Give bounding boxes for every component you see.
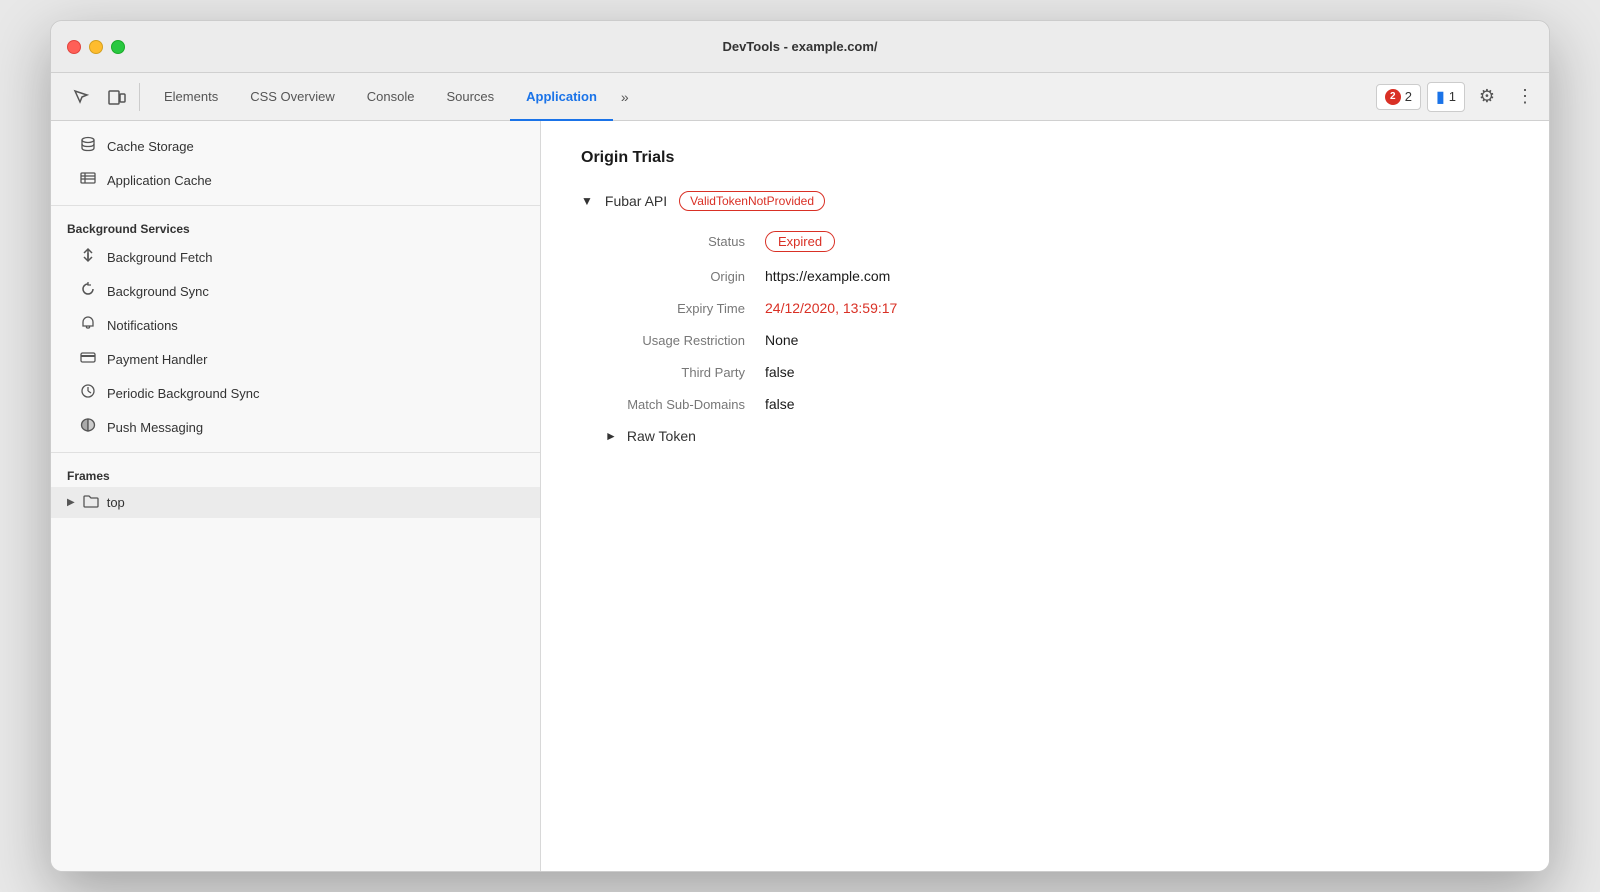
- push-messaging-label: Push Messaging: [107, 420, 203, 435]
- toolbar-icons: [59, 83, 140, 111]
- detail-row-third-party: Third Party false: [581, 364, 1509, 380]
- tab-application[interactable]: Application: [510, 73, 613, 121]
- sidebar: Cache Storage Application Cache: [51, 121, 541, 871]
- sidebar-item-top-frame[interactable]: ▶ top: [51, 487, 540, 518]
- detail-row-expiry: Expiry Time 24/12/2020, 13:59:17: [581, 300, 1509, 316]
- background-sync-icon: [79, 281, 97, 301]
- frame-folder-icon: [83, 494, 99, 511]
- frames-header: Frames: [51, 461, 540, 487]
- status-label: Status: [605, 234, 765, 249]
- raw-token-label: Raw Token: [627, 428, 696, 444]
- payment-handler-icon: [79, 349, 97, 369]
- sidebar-item-payment-handler[interactable]: Payment Handler: [51, 342, 540, 376]
- maximize-button[interactable]: [111, 40, 125, 54]
- frame-top-label: top: [107, 495, 125, 510]
- close-button[interactable]: [67, 40, 81, 54]
- content-area: Origin Trials ▼ Fubar API ValidTokenNotP…: [541, 121, 1549, 871]
- origin-label: Origin: [605, 269, 765, 284]
- cache-storage-icon: [79, 136, 97, 156]
- sidebar-item-application-cache[interactable]: Application Cache: [51, 163, 540, 197]
- application-cache-label: Application Cache: [107, 173, 212, 188]
- push-messaging-icon: [79, 417, 97, 437]
- api-name: Fubar API: [605, 193, 667, 209]
- window-title: DevTools - example.com/: [722, 39, 877, 54]
- sidebar-item-cache-storage[interactable]: Cache Storage: [51, 129, 540, 163]
- settings-icon[interactable]: ⚙: [1471, 81, 1503, 113]
- tab-css-overview[interactable]: CSS Overview: [234, 73, 351, 121]
- info-icon: ▮: [1436, 87, 1445, 107]
- payment-handler-label: Payment Handler: [107, 352, 207, 367]
- raw-token-row: ► Raw Token: [581, 428, 1509, 444]
- status-value: Expired: [765, 231, 835, 252]
- background-fetch-icon: [79, 247, 97, 267]
- origin-value: https://example.com: [765, 268, 890, 284]
- background-services-header: Background Services: [51, 214, 540, 240]
- frame-expand-icon: ▶: [67, 497, 75, 508]
- periodic-background-sync-icon: [79, 383, 97, 403]
- more-options-icon[interactable]: ⋮: [1509, 81, 1541, 113]
- api-section: ▼ Fubar API ValidTokenNotProvided Status…: [581, 191, 1509, 444]
- sidebar-item-periodic-background-sync[interactable]: Periodic Background Sync: [51, 376, 540, 410]
- detail-row-usage: Usage Restriction None: [581, 332, 1509, 348]
- tab-console[interactable]: Console: [351, 73, 431, 121]
- cache-storage-label: Cache Storage: [107, 139, 194, 154]
- tab-sources[interactable]: Sources: [430, 73, 510, 121]
- match-sub-label: Match Sub-Domains: [605, 397, 765, 412]
- main-area: Cache Storage Application Cache: [51, 121, 1549, 871]
- error-count: 2: [1385, 89, 1401, 105]
- sidebar-item-push-messaging[interactable]: Push Messaging: [51, 410, 540, 444]
- usage-value: None: [765, 332, 798, 348]
- titlebar: DevTools - example.com/: [51, 21, 1549, 73]
- application-cache-icon: [79, 170, 97, 190]
- match-sub-value: false: [765, 396, 795, 412]
- device-toggle-icon[interactable]: [103, 83, 131, 111]
- background-services-section: Background Services Background Fetch: [51, 206, 540, 453]
- sidebar-item-notifications[interactable]: Notifications: [51, 308, 540, 342]
- tabbar-right: 2 2 ▮ 1 ⚙ ⋮: [1376, 81, 1541, 113]
- third-party-label: Third Party: [605, 365, 765, 380]
- api-status-badge: ValidTokenNotProvided: [679, 191, 825, 211]
- minimize-button[interactable]: [89, 40, 103, 54]
- usage-label: Usage Restriction: [605, 333, 765, 348]
- third-party-value: false: [765, 364, 795, 380]
- traffic-lights: [67, 40, 125, 54]
- sidebar-item-background-sync[interactable]: Background Sync: [51, 274, 540, 308]
- notifications-icon: [79, 315, 97, 335]
- periodic-background-sync-label: Periodic Background Sync: [107, 386, 259, 401]
- info-badge-button[interactable]: ▮ 1: [1427, 82, 1465, 112]
- expiry-value: 24/12/2020, 13:59:17: [765, 300, 897, 316]
- api-expand-triangle[interactable]: ▼: [581, 194, 593, 208]
- error-badge-button[interactable]: 2 2: [1376, 84, 1421, 110]
- storage-section: Cache Storage Application Cache: [51, 121, 540, 206]
- raw-token-expand-triangle[interactable]: ►: [605, 429, 617, 443]
- detail-row-origin: Origin https://example.com: [581, 268, 1509, 284]
- background-fetch-label: Background Fetch: [107, 250, 213, 265]
- tabbar: Elements CSS Overview Console Sources Ap…: [51, 73, 1549, 121]
- devtools-window: DevTools - example.com/ Elements CSS Ove…: [50, 20, 1550, 872]
- background-sync-label: Background Sync: [107, 284, 209, 299]
- sidebar-item-background-fetch[interactable]: Background Fetch: [51, 240, 540, 274]
- notifications-label: Notifications: [107, 318, 178, 333]
- inspect-element-icon[interactable]: [67, 83, 95, 111]
- detail-row-match-sub: Match Sub-Domains false: [581, 396, 1509, 412]
- more-tabs-button[interactable]: »: [613, 73, 637, 121]
- expiry-label: Expiry Time: [605, 301, 765, 316]
- detail-row-status: Status Expired: [581, 231, 1509, 252]
- api-header: ▼ Fubar API ValidTokenNotProvided: [581, 191, 1509, 211]
- frames-section: Frames ▶ top: [51, 453, 540, 526]
- page-title: Origin Trials: [581, 149, 1509, 167]
- tab-elements[interactable]: Elements: [148, 73, 234, 121]
